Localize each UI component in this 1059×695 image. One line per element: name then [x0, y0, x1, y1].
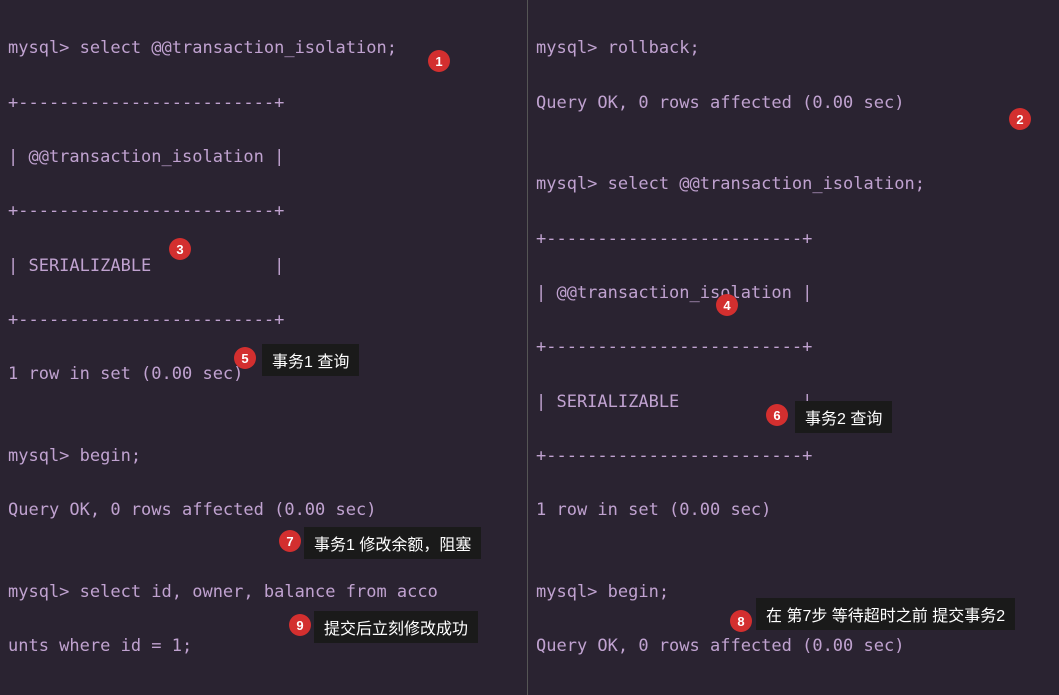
step-badge-6: 6: [766, 404, 788, 426]
step-badge-1: 1: [428, 50, 450, 72]
sql-line: | @@transaction_isolation |: [8, 144, 519, 171]
step-badge-8: 8: [730, 610, 752, 632]
sql-line: | SERIALIZABLE |: [8, 253, 519, 280]
sql-line: mysql> select id, owner, balance from ac…: [8, 579, 519, 606]
sql-line: Query OK, 0 rows affected (0.00 sec): [8, 497, 519, 524]
step-badge-4: 4: [716, 294, 738, 316]
step-badge-5: 5: [234, 347, 256, 369]
sql-line: +-------------------------+: [8, 198, 519, 225]
annotation-tx1-update-block: 事务1 修改余额，阻塞: [304, 527, 481, 559]
sql-line: | @@transaction_isolation |: [536, 280, 1051, 307]
annotation-tx2-commit: 在 第7步 等待超时之前 提交事务2: [756, 598, 1015, 630]
sql-line: Query OK, 0 rows affected (0.00 sec): [536, 633, 1051, 660]
sql-line: | SERIALIZABLE |: [536, 389, 1051, 416]
sql-line: +----+--------+---------+: [8, 688, 519, 695]
annotation-tx2-query: 事务2 查询: [795, 401, 892, 433]
step-badge-7: 7: [279, 530, 301, 552]
sql-line: +-------------------------+: [536, 334, 1051, 361]
sql-line: mysql> rollback;: [536, 35, 1051, 62]
step-badge-3: 3: [169, 238, 191, 260]
step-badge-2: 2: [1009, 108, 1031, 130]
annotation-tx1-success: 提交后立刻修改成功: [314, 611, 478, 643]
sql-line: +-------------------------+: [536, 226, 1051, 253]
sql-line: +-------------------------+: [8, 90, 519, 117]
sql-line: +-------------------------+: [536, 443, 1051, 470]
annotation-tx1-query: 事务1 查询: [262, 344, 359, 376]
sql-line: 1 row in set (0.00 sec): [536, 497, 1051, 524]
sql-line: +-------------------------+: [8, 307, 519, 334]
terminal-right[interactable]: mysql> rollback; Query OK, 0 rows affect…: [528, 0, 1059, 695]
sql-line: Query OK, 0 rows affected (0.00 sec): [536, 90, 1051, 117]
sql-line: mysql> select @@transaction_isolation;: [536, 171, 1051, 198]
sql-line: mysql> begin;: [8, 443, 519, 470]
step-badge-9: 9: [289, 614, 311, 636]
